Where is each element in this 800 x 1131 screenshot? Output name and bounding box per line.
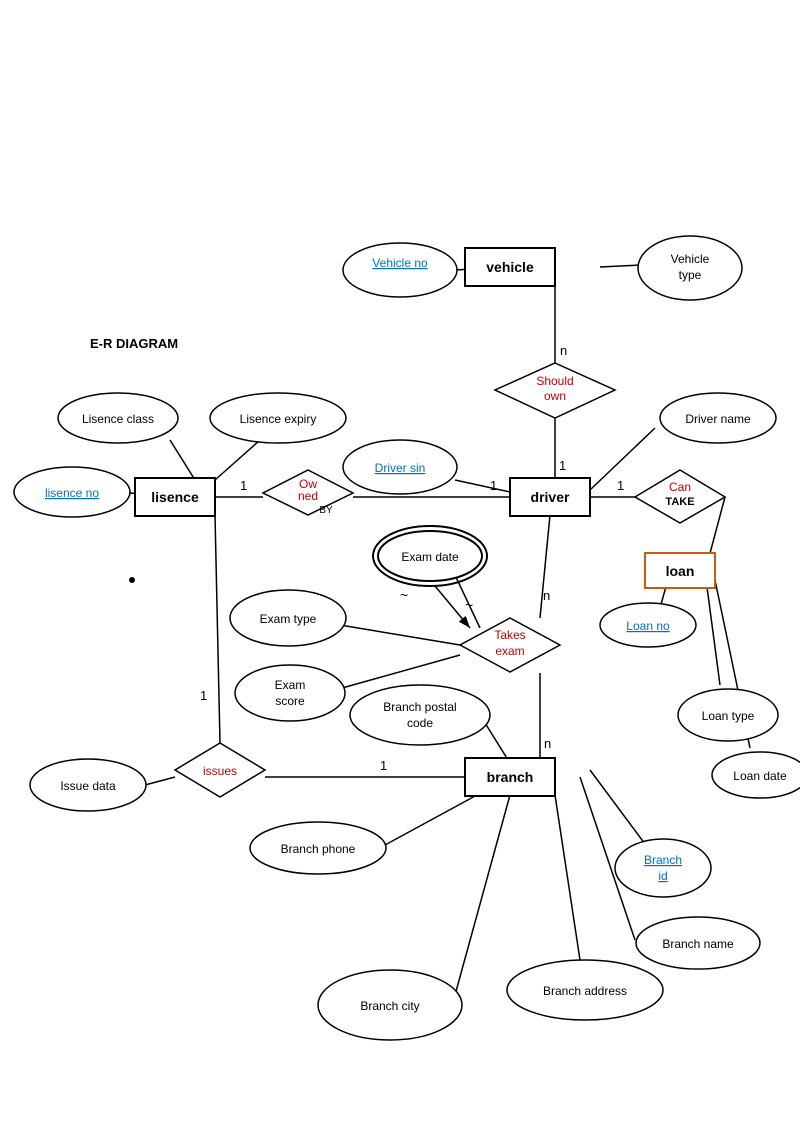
rel-should-own-label2: own — [544, 389, 566, 403]
attr-exam-date-label: Exam date — [401, 550, 459, 564]
entity-branch-label: branch — [487, 769, 534, 785]
attr-branch-id — [615, 839, 711, 897]
rel-owned-by-label2: ned — [298, 489, 318, 503]
entity-vehicle-label: vehicle — [486, 259, 534, 275]
card-vehicle-should-own: n — [560, 343, 567, 358]
attr-branch-name-label: Branch name — [662, 937, 734, 951]
entity-loan-label: loan — [666, 563, 695, 579]
rel-can-take-label2: TAKE — [665, 496, 694, 508]
attr-loan-type-label: Loan type — [702, 709, 755, 723]
dot-lisence — [129, 577, 135, 583]
card-should-own-driver: 1 — [559, 458, 566, 473]
card-owned-by-lisence: 1 — [240, 478, 247, 493]
tilde1: ~ — [400, 587, 408, 603]
attr-vehicle-no-label: Vehicle no — [372, 256, 428, 270]
attr-lisence-no-label: lisence no — [45, 486, 99, 500]
attr-lisence-expiry-label: Lisence expiry — [240, 412, 317, 426]
rel-issues-label: issues — [203, 764, 237, 778]
card-driver-owned-by: 1 — [490, 478, 497, 493]
rel-owned-by-by: BY — [319, 505, 333, 516]
rel-takes-exam-label2: exam — [495, 644, 524, 658]
attr-vehicle-type-label: Vehicle — [671, 252, 710, 266]
attr-vehicle-no — [343, 243, 457, 297]
card-takes-exam-branch: n — [544, 736, 551, 751]
attr-branch-postal-label2: code — [407, 716, 433, 730]
rel-can-take-label: Can — [669, 480, 691, 494]
attr-loan-date-label: Loan date — [733, 769, 787, 783]
attr-branch-phone-label: Branch phone — [281, 842, 356, 856]
attr-branch-id-label2: id — [658, 869, 667, 883]
card-lisence-issues: 1 — [200, 688, 207, 703]
attr-loan-no-label: Loan no — [626, 619, 670, 633]
attr-exam-type-label: Exam type — [260, 612, 317, 626]
diagram-title: E-R DIAGRAM — [90, 336, 178, 351]
attr-driver-sin-label: Driver sin — [375, 461, 426, 475]
attr-exam-score-label: Exam — [275, 678, 306, 692]
attr-issue-data-label: Issue data — [60, 779, 116, 793]
attr-branch-postal — [350, 685, 490, 745]
attr-lisence-class-label: Lisence class — [82, 412, 154, 426]
attr-driver-name-label: Driver name — [685, 412, 751, 426]
attr-branch-address-label: Branch address — [543, 984, 627, 998]
rel-takes-exam-label: Takes — [494, 628, 525, 642]
card-driver-can-take: 1 — [617, 478, 624, 493]
attr-exam-score-label2: score — [275, 694, 305, 708]
attr-branch-postal-label: Branch postal — [383, 700, 456, 714]
card-driver-takes-exam: n — [543, 588, 550, 603]
rel-should-own-label: Should — [536, 374, 573, 388]
entity-driver-label: driver — [531, 489, 570, 505]
attr-vehicle-type-label2: type — [679, 268, 702, 282]
tilde2: ~ — [465, 597, 473, 613]
attr-branch-city-label: Branch city — [360, 999, 419, 1013]
attr-exam-score — [235, 665, 345, 721]
card-issues-branch: 1 — [380, 758, 387, 773]
er-diagram-container: E-R DIAGRAM n 1 1 1 1 — [0, 0, 800, 1131]
attr-branch-id-label: Branch — [644, 853, 682, 867]
entity-lisence-label: lisence — [151, 489, 199, 505]
